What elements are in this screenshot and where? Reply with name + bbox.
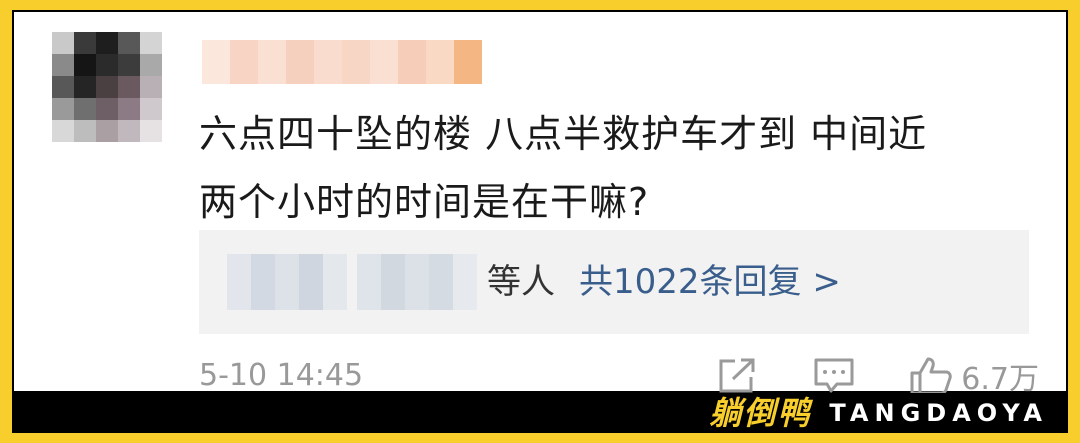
brand-en-logo: TANGDAOYA: [829, 399, 1048, 427]
comment-card: 六点四十坠的楼 八点半救护车才到 中间近 两个小时的时间是在干嘛? 等人 共10…: [12, 10, 1068, 397]
replier-names-blurred: [227, 254, 477, 310]
brand-bar: 躺倒鸭 TANGDAOYA: [12, 393, 1068, 433]
share-button[interactable]: [717, 357, 757, 395]
share-icon: [719, 358, 755, 393]
frame: 六点四十坠的楼 八点半救护车才到 中间近 两个小时的时间是在干嘛? 等人 共10…: [0, 0, 1080, 443]
timestamp: 5-10 14:45: [199, 358, 364, 393]
comment-icon: [814, 358, 854, 393]
username-blurred[interactable]: [202, 40, 482, 84]
brand-cn-logo: 躺倒鸭: [709, 394, 812, 432]
thumb-up-icon: [910, 357, 953, 395]
comment-footer: 5-10 14:45 6.7万: [199, 354, 1039, 398]
and-others-label: 等人: [487, 262, 555, 302]
like-button[interactable]: 6.7万: [909, 354, 1039, 398]
avatar[interactable]: [52, 32, 162, 142]
comment-text: 六点四十坠的楼 八点半救护车才到 中间近 两个小时的时间是在干嘛?: [199, 100, 1039, 236]
replies-box[interactable]: 等人 共1022条回复 >: [199, 230, 1029, 334]
action-bar: 6.7万: [717, 354, 1039, 398]
reply-count-link[interactable]: 共1022条回复 >: [579, 254, 841, 310]
comment-button[interactable]: [813, 357, 855, 395]
comment-line-2: 两个小时的时间是在干嘛?: [199, 180, 650, 224]
like-count: 6.7万: [961, 362, 1039, 397]
comment-line-1: 六点四十坠的楼 八点半救护车才到 中间近: [199, 112, 928, 156]
reply-summary: 等人 共1022条回复 >: [487, 254, 841, 310]
brand-watermark: 躺倒鸭 TANGDAOYA: [709, 393, 1048, 433]
